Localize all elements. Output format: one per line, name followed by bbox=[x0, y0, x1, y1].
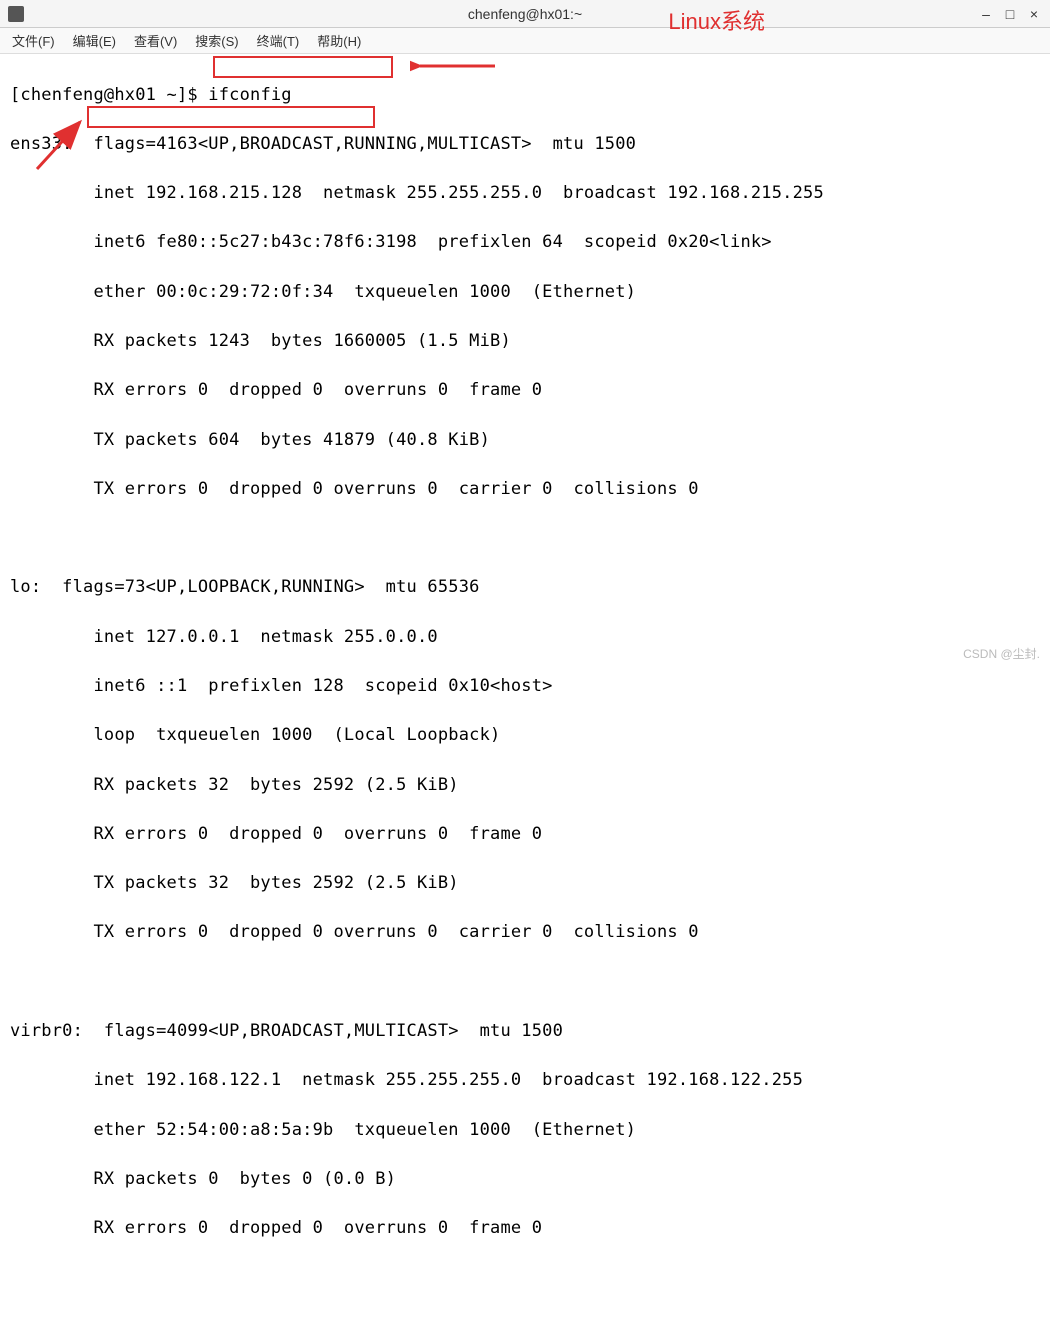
ens33-txpkt: TX packets 604 bytes 41879 (40.8 KiB) bbox=[10, 428, 1040, 453]
minimize-button[interactable]: – bbox=[976, 5, 996, 23]
blank-line bbox=[10, 970, 1040, 995]
lo-inet6: inet6 ::1 prefixlen 128 scopeid 0x10<hos… bbox=[10, 674, 1040, 699]
ens33-header: ens33: flags=4163<UP,BROADCAST,RUNNING,M… bbox=[10, 132, 1040, 157]
highlight-inet-box bbox=[87, 106, 375, 128]
watermark: CSDN @尘封. bbox=[963, 645, 1040, 662]
lo-txpkt: TX packets 32 bytes 2592 (2.5 KiB) bbox=[10, 871, 1040, 896]
lo-loop: loop txqueuelen 1000 (Local Loopback) bbox=[10, 723, 1040, 748]
menu-help[interactable]: 帮助(H) bbox=[309, 29, 369, 52]
lo-header: lo: flags=73<UP,LOOPBACK,RUNNING> mtu 65… bbox=[10, 575, 1040, 600]
arrow-to-command-icon bbox=[410, 51, 500, 81]
ens33-inet: inet 192.168.215.128 netmask 255.255.255… bbox=[10, 181, 1040, 206]
menu-terminal[interactable]: 终端(T) bbox=[249, 29, 308, 52]
menu-file[interactable]: 文件(F) bbox=[4, 29, 63, 52]
ens33-inet6: inet6 fe80::5c27:b43c:78f6:3198 prefixle… bbox=[10, 230, 1040, 255]
ens33-rxerr: RX errors 0 dropped 0 overruns 0 frame 0 bbox=[10, 378, 1040, 403]
lo-inet: inet 127.0.0.1 netmask 255.0.0.0 bbox=[10, 625, 1040, 650]
window-titlebar: chenfeng@hx01:~ – □ × bbox=[0, 0, 1050, 28]
window-controls: – □ × bbox=[976, 5, 1044, 23]
terminal-icon bbox=[8, 6, 24, 22]
menu-edit[interactable]: 编辑(E) bbox=[65, 29, 124, 52]
lo-rxpkt: RX packets 32 bytes 2592 (2.5 KiB) bbox=[10, 773, 1040, 798]
virbr0-ether: ether 52:54:00:a8:5a:9b txqueuelen 1000 … bbox=[10, 1118, 1040, 1143]
virbr0-header: virbr0: flags=4099<UP,BROADCAST,MULTICAS… bbox=[10, 1019, 1040, 1044]
close-button[interactable]: × bbox=[1024, 5, 1044, 23]
menu-view[interactable]: 查看(V) bbox=[126, 29, 185, 52]
menubar: 文件(F) 编辑(E) 查看(V) 搜索(S) 终端(T) 帮助(H) bbox=[0, 28, 1050, 54]
lo-txerr: TX errors 0 dropped 0 overruns 0 carrier… bbox=[10, 920, 1040, 945]
ens33-txerr: TX errors 0 dropped 0 overruns 0 carrier… bbox=[10, 477, 1040, 502]
ens33-rxpkt: RX packets 1243 bytes 1660005 (1.5 MiB) bbox=[10, 329, 1040, 354]
command-text: ifconfig bbox=[208, 85, 291, 105]
window-title: chenfeng@hx01:~ bbox=[468, 6, 582, 22]
arrow-to-inet-icon bbox=[32, 114, 92, 174]
prompt: [chenfeng@hx01 ~]$ bbox=[10, 85, 208, 105]
highlight-command-box bbox=[213, 56, 393, 78]
blank-line bbox=[10, 526, 1040, 551]
prompt-line: [chenfeng@hx01 ~]$ ifconfig bbox=[10, 83, 1040, 108]
ens33-ether: ether 00:0c:29:72:0f:34 txqueuelen 1000 … bbox=[10, 280, 1040, 305]
virbr0-rxpkt: RX packets 0 bytes 0 (0.0 B) bbox=[10, 1167, 1040, 1192]
terminal-output[interactable]: [chenfeng@hx01 ~]$ ifconfig ens33: flags… bbox=[0, 54, 1050, 1336]
menu-search[interactable]: 搜索(S) bbox=[187, 29, 246, 52]
maximize-button[interactable]: □ bbox=[1000, 5, 1020, 23]
lo-rxerr: RX errors 0 dropped 0 overruns 0 frame 0 bbox=[10, 822, 1040, 847]
virbr0-rxerr: RX errors 0 dropped 0 overruns 0 frame 0 bbox=[10, 1216, 1040, 1241]
virbr0-inet: inet 192.168.122.1 netmask 255.255.255.0… bbox=[10, 1068, 1040, 1093]
annotation-label: Linux系统 bbox=[668, 4, 765, 36]
